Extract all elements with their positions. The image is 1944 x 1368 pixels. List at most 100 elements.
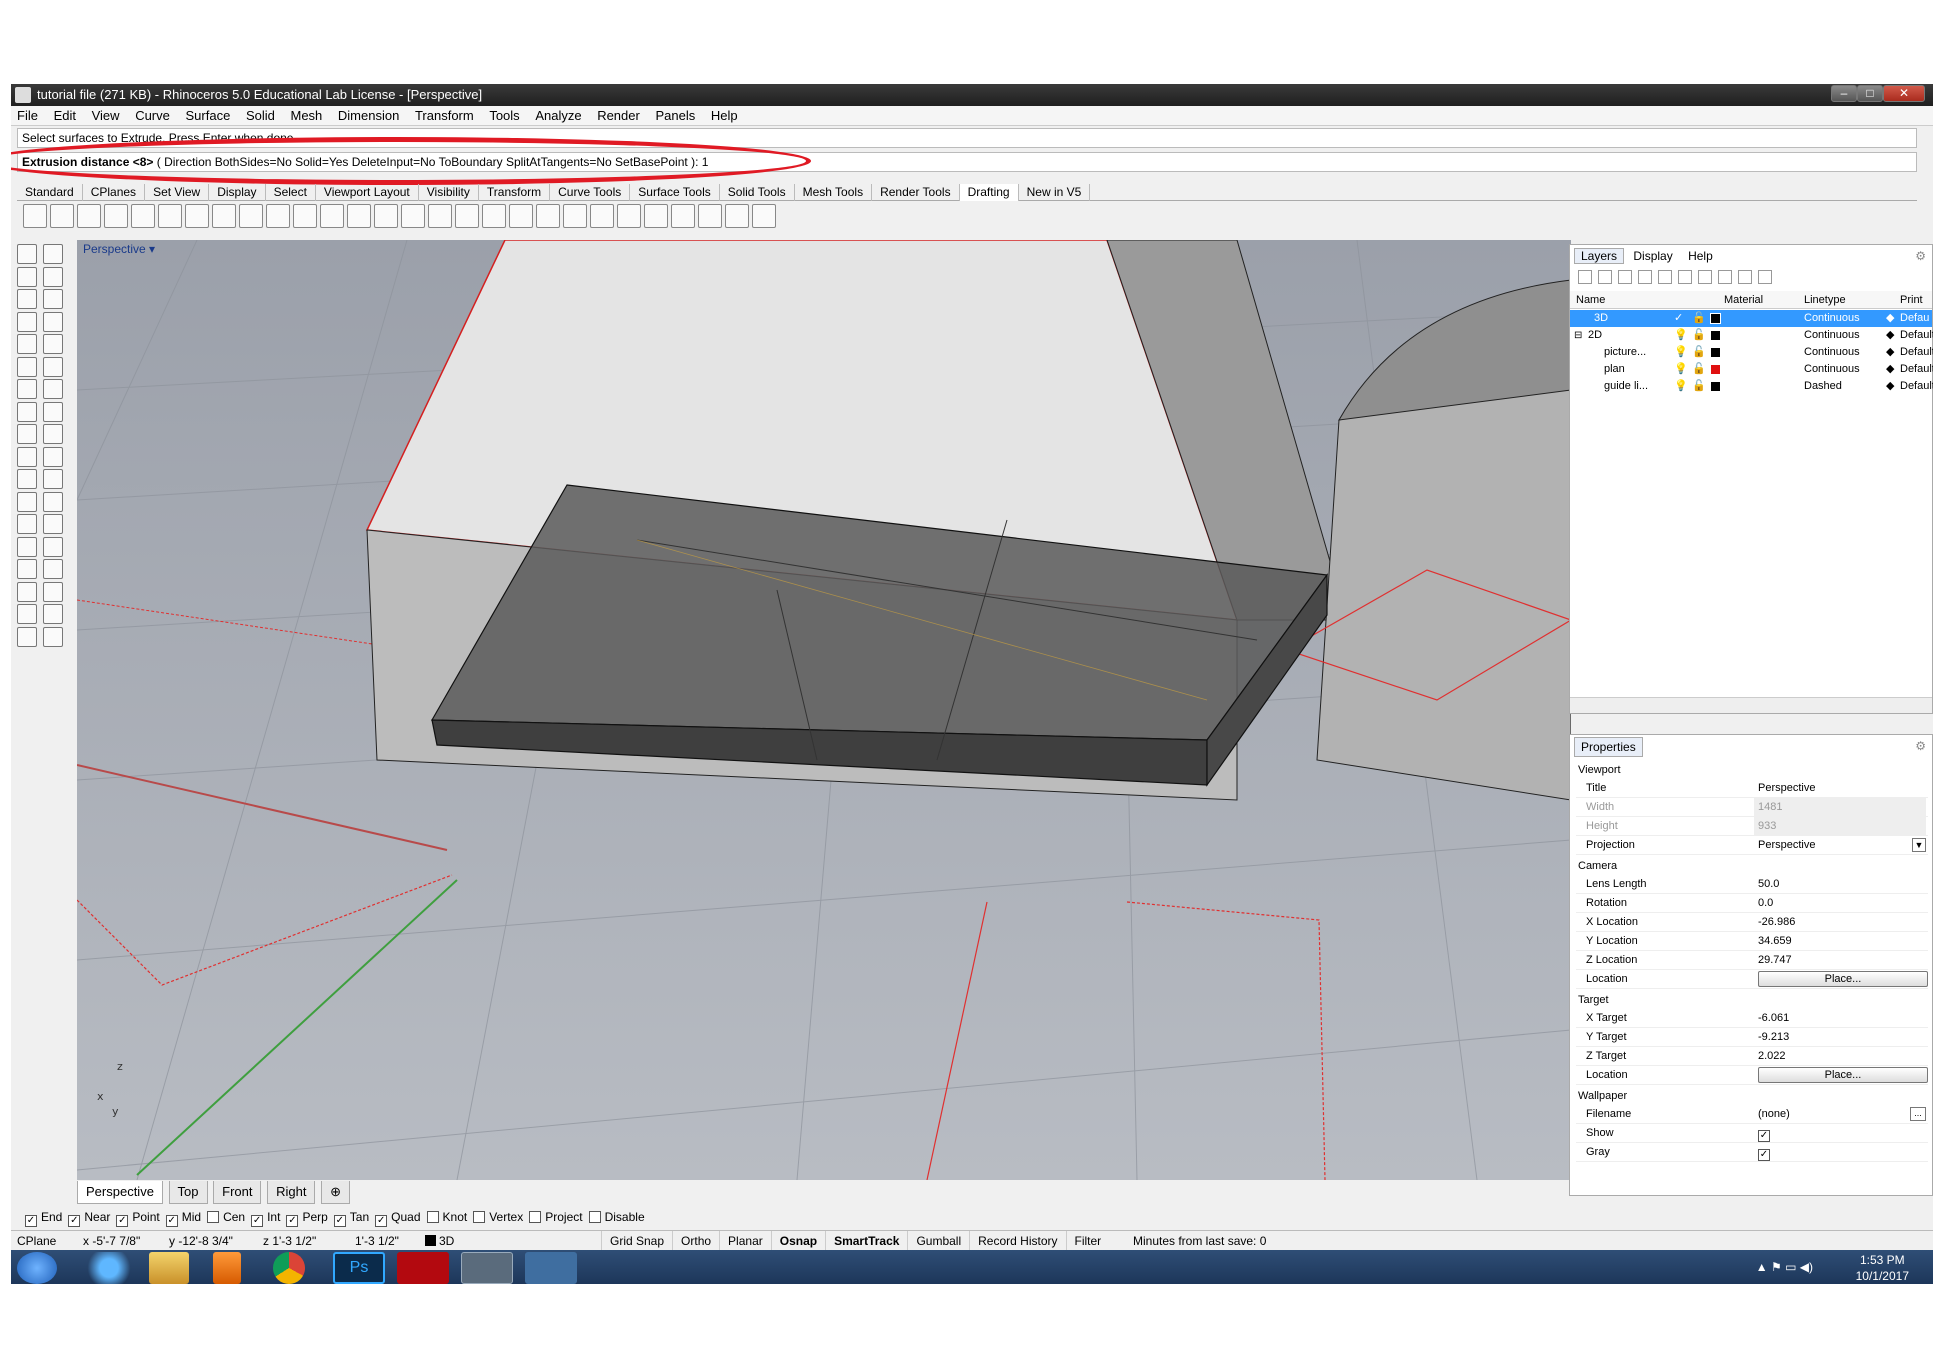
menu-tools[interactable]: Tools [483,106,525,126]
text-block-icon[interactable] [590,204,614,228]
point-tool-icon[interactable] [43,244,63,264]
layer-print-color-icon[interactable]: ◆ [1886,344,1894,361]
scale-tool-icon[interactable] [43,604,63,624]
cplane-label[interactable]: CPlane [17,1231,56,1251]
toolbar-tab-standard[interactable]: Standard [17,184,83,201]
ellipse-tool-icon[interactable] [43,311,63,332]
properties-tab[interactable]: Properties [1574,737,1643,757]
dim-diameter-icon[interactable] [536,204,560,228]
circle-icon[interactable] [239,204,263,228]
menu-render[interactable]: Render [591,106,646,126]
group-tool-icon[interactable] [17,446,37,467]
osnap-disable[interactable]: Disable [583,1210,645,1224]
osnap-checkbox[interactable] [473,1211,486,1223]
layers-scrollbar[interactable] [1570,697,1932,713]
hatch-boundary-icon[interactable] [455,204,479,228]
layer-lock-icon[interactable]: 🔓 [1692,310,1706,327]
toolbar-tab-curve-tools[interactable]: Curve Tools [550,184,631,201]
menu-view[interactable]: View [86,106,126,126]
toolbar-tab-new-in-v5[interactable]: New in V5 [1019,184,1091,201]
internet-explorer-icon[interactable] [83,1252,135,1284]
ellipse-icon[interactable] [293,204,317,228]
polyline-icon[interactable] [131,204,155,228]
orient-tool-icon[interactable] [17,626,37,647]
osnap-quad[interactable]: ✓ Quad [369,1210,421,1227]
leader-icon[interactable] [401,204,425,228]
toggle-gumball[interactable]: Gumball [907,1231,969,1251]
command-line[interactable]: Extrusion distance <8> ( Direction BothS… [17,152,1917,172]
array-tool-icon[interactable] [43,559,63,579]
menu-mesh[interactable]: Mesh [284,106,328,126]
offset-tool-icon[interactable] [17,379,37,399]
dimension-tool-icon[interactable] [43,626,63,647]
revolve-tool-icon[interactable] [43,514,63,534]
layer-print-width[interactable]: Default [1900,344,1933,361]
osnap-int[interactable]: ✓ Int [245,1210,280,1227]
layer-visible-icon[interactable]: 💡 [1674,361,1688,378]
layer-color-swatch[interactable] [1710,347,1721,358]
viewport-title[interactable]: Perspective ▾ [83,242,155,256]
polyline-tool-icon[interactable] [43,266,63,287]
current-layer[interactable]: 3D [425,1231,454,1251]
osnap-tan[interactable]: ✓ Tan [328,1210,369,1227]
perspective-viewport[interactable]: x z y Perspective ▾ [77,240,1571,1180]
maximize-button[interactable]: □ [1857,85,1883,102]
text-field-icon[interactable] [563,204,587,228]
camera-place-button[interactable]: Place... [1758,971,1928,987]
print-icon[interactable] [104,204,128,228]
menu-file[interactable]: File [11,106,44,126]
layer-color-swatch[interactable] [1710,313,1721,324]
fillet-tool-icon[interactable] [43,356,63,377]
command-options[interactable]: ( Direction BothSides=No Solid=Yes Delet… [157,155,699,169]
layer-row-2d[interactable]: 2D 💡 🔓 Continuous ◆ Default ⊟ [1570,327,1933,344]
line-icon[interactable] [158,204,182,228]
add-viewport-tab-button[interactable]: ⊕ [321,1181,350,1204]
split-tool-icon[interactable] [43,401,63,422]
arc-icon[interactable] [266,204,290,228]
col-linetype[interactable]: Linetype [1804,291,1846,309]
menu-solid[interactable]: Solid [240,106,281,126]
toolbar-tab-select[interactable]: Select [266,184,316,201]
projection-dropdown-icon[interactable]: ▼ [1912,838,1926,852]
osnap-perp[interactable]: ✓ Perp [280,1210,328,1227]
toggle-grid-snap[interactable]: Grid Snap [601,1231,672,1251]
freeform-tool-icon[interactable] [17,356,37,377]
copy-tool-icon[interactable] [43,581,63,602]
layer-visible-icon[interactable]: 💡 [1674,378,1688,395]
explode-tool-icon[interactable] [43,424,63,444]
extend-tool-icon[interactable] [43,379,63,399]
save-file-icon[interactable] [77,204,101,228]
tab-right[interactable]: Right [267,1181,316,1204]
layer-visible-icon[interactable]: ✓ [1674,310,1683,327]
toolbar-tab-mesh-tools[interactable]: Mesh Tools [795,184,873,201]
menu-transform[interactable]: Transform [409,106,480,126]
tab-perspective[interactable]: Perspective [77,1181,163,1204]
cap-tool-icon[interactable] [17,536,37,557]
detail-icon[interactable] [644,204,668,228]
layer-print-width[interactable]: Default [1900,327,1933,344]
filter-icon[interactable] [1698,270,1712,284]
osnap-mid[interactable]: ✓ Mid [160,1210,201,1227]
menu-surface[interactable]: Surface [180,106,237,126]
rectangle-tool-icon[interactable] [17,334,37,354]
osnap-checkbox[interactable]: ✓ [165,1215,178,1227]
circle-tool-icon[interactable] [17,311,37,332]
toolbar-tab-visibility[interactable]: Visibility [419,184,479,201]
toggle-osnap[interactable]: Osnap [770,1231,825,1251]
layer-linetype[interactable]: Continuous [1804,310,1860,327]
layer-print-width[interactable]: Default [1900,378,1933,395]
rectangle-icon[interactable] [212,204,236,228]
polygon-icon[interactable] [320,204,344,228]
taskbar-clock[interactable]: 1:53 PM 10/1/2017 [1856,1252,1909,1284]
osnap-cen[interactable]: Cen [201,1210,245,1224]
layer-row-3d[interactable]: 3D ✓ 🔓 Continuous ◆ Defau [1570,310,1932,327]
osnap-checkbox[interactable]: ✓ [333,1215,346,1227]
trim-tool-icon[interactable] [17,401,37,422]
tab-top[interactable]: Top [168,1181,208,1204]
help-icon[interactable] [1758,270,1772,284]
close-button[interactable]: ✕ [1883,85,1925,102]
layer-color-swatch[interactable] [1710,364,1721,375]
sweep-tool-icon[interactable] [17,514,37,534]
menu-curve[interactable]: Curve [129,106,176,126]
photoshop-icon[interactable]: Ps [333,1252,385,1284]
